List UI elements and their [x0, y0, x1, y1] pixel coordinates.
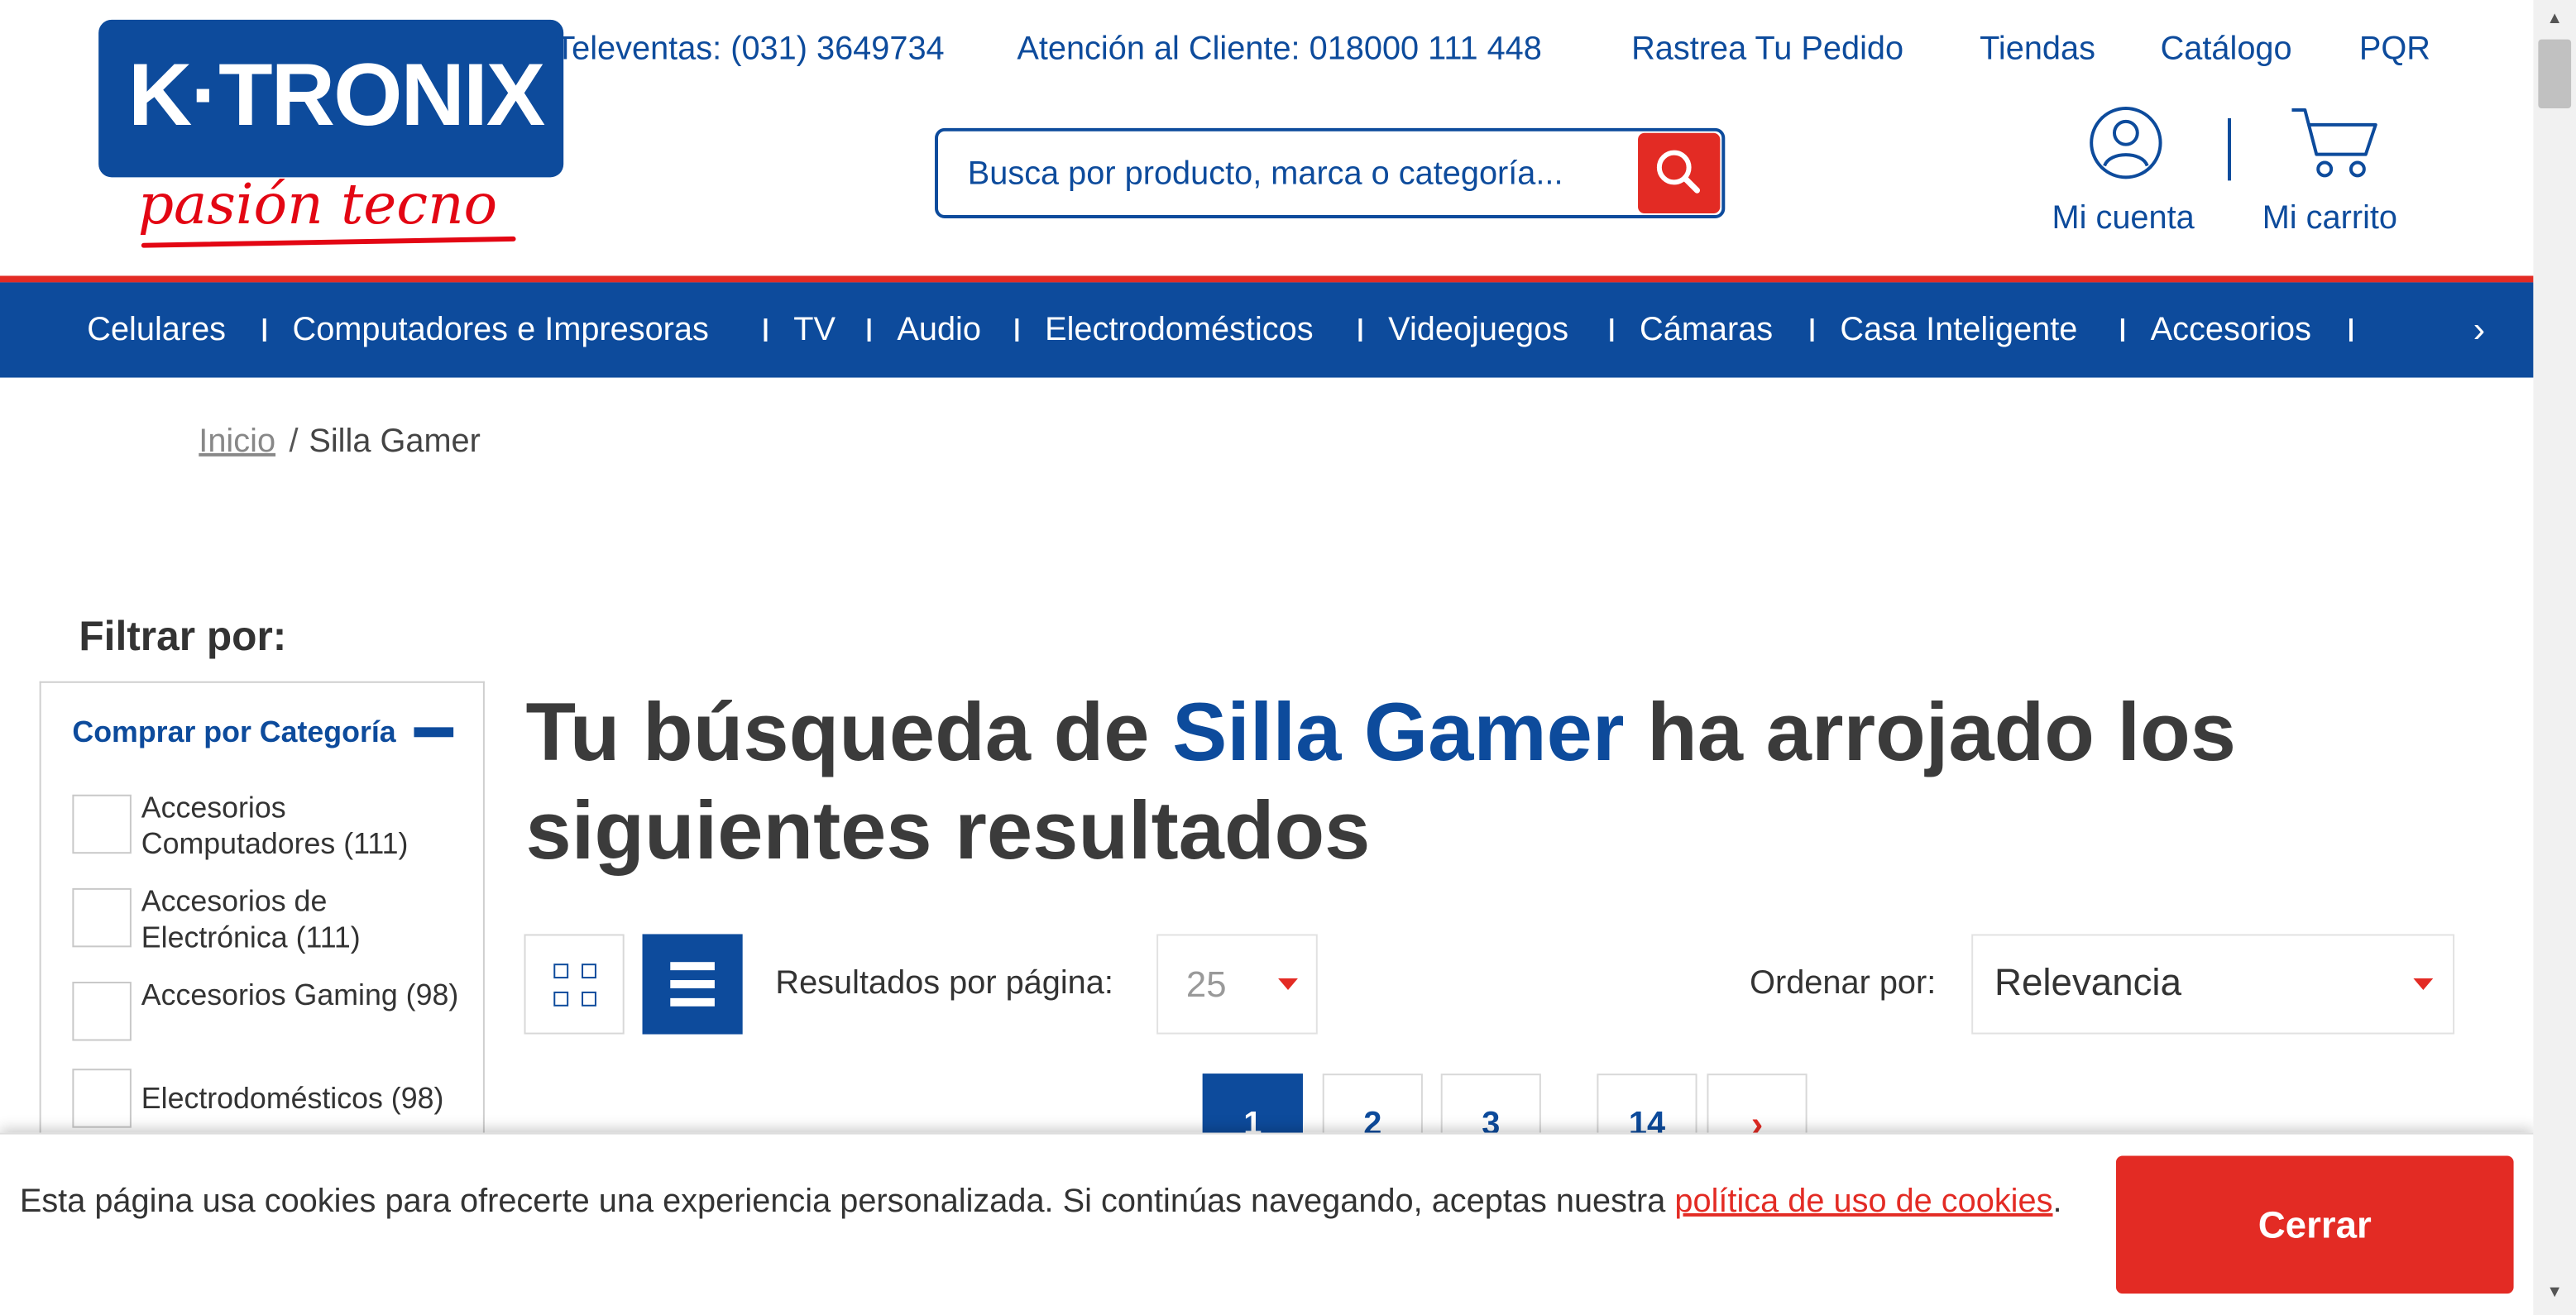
pqr-link[interactable]: PQR	[2359, 30, 2430, 69]
caret-down-icon[interactable]	[2413, 978, 2434, 990]
stores-link[interactable]: Tiendas	[1980, 30, 2095, 69]
cart-label[interactable]: Mi carrito	[2262, 198, 2397, 238]
page: K·TRONIX pasión tecno Televentas: (031) …	[0, 0, 2576, 1315]
filter-checkbox[interactable]	[72, 1069, 132, 1128]
track-order-link[interactable]: Rastrea Tu Pedido	[1631, 30, 1903, 69]
breadcrumb-current: Silla Gamer	[309, 423, 481, 460]
nav-separator	[1610, 318, 1614, 342]
scroll-down-arrow-icon[interactable]: ▼	[2533, 1277, 2576, 1310]
customer-service-link[interactable]: Atención al Cliente: 018000 111 448	[1017, 30, 1542, 69]
user-icon	[2090, 107, 2162, 179]
televentas-link[interactable]: Televentas: (031) 3649734	[555, 30, 944, 69]
nav-item-tv[interactable]: TV	[793, 308, 836, 351]
nav-item-casa-inteligente[interactable]: Casa Inteligente	[1840, 308, 2077, 351]
nav-separator	[1810, 318, 1814, 342]
scrollbar-thumb[interactable]	[2538, 39, 2572, 109]
cookie-message: Esta página usa cookies para ofrecerte u…	[20, 1177, 2074, 1227]
nav-separator	[764, 318, 768, 342]
search-icon	[1656, 150, 1701, 194]
scroll-up-arrow-icon[interactable]: ▲	[2533, 3, 2576, 36]
search-input[interactable]	[967, 151, 1626, 198]
filter-option-label[interactable]: Accesorios Computadores (111)	[141, 790, 470, 862]
filter-option-label[interactable]: Electrodomésticos (98)	[141, 1080, 470, 1117]
caret-down-icon[interactable]	[1278, 978, 1298, 990]
brand-slogan: pasión tecno	[137, 172, 498, 238]
filter-checkbox[interactable]	[72, 982, 132, 1041]
account-label[interactable]: Mi cuenta	[2052, 198, 2195, 238]
grid-view-button[interactable]	[524, 934, 625, 1035]
header-divider	[2228, 117, 2231, 181]
sort-label: Ordenar por:	[1750, 965, 1937, 1002]
cookie-text: Esta página usa cookies para ofrecerte u…	[19, 1184, 1675, 1220]
search-button[interactable]	[1638, 132, 1721, 214]
nav-item-camaras[interactable]: Cámaras	[1640, 308, 1773, 351]
nav-item-celulares[interactable]: Celulares	[87, 308, 226, 351]
nav-separator	[1015, 318, 1019, 342]
per-page-value[interactable]: 25	[1186, 964, 1227, 1007]
nav-separator	[2349, 318, 2353, 342]
search-term: Silla Gamer	[1172, 686, 1625, 778]
filter-category-title[interactable]: Comprar por Categoría	[72, 712, 395, 752]
nav-item-computadores[interactable]: Computadores e Impresoras	[293, 308, 709, 351]
nav-item-electrodomesticos[interactable]: Electrodomésticos	[1045, 308, 1314, 351]
nav-separator	[2120, 318, 2124, 342]
nav-separator	[867, 318, 871, 342]
filter-option-label[interactable]: Accesorios Gaming (98)	[141, 977, 470, 1013]
nav-item-audio[interactable]: Audio	[897, 308, 981, 351]
nav-accent-line	[0, 275, 2534, 283]
results-heading: Tu búsqueda de Silla Gamer ha arrojado l…	[526, 683, 2334, 880]
cookie-close-button[interactable]: Cerrar	[2115, 1155, 2514, 1294]
per-page-label: Resultados por página:	[775, 965, 1113, 1002]
breadcrumb-home[interactable]: Inicio	[199, 422, 275, 461]
nav-item-videojuegos[interactable]: Videojuegos	[1388, 308, 1568, 351]
filter-checkbox[interactable]	[72, 887, 132, 948]
nav-item-accesorios[interactable]: Accesorios	[2151, 308, 2311, 351]
heading-prefix: Tu búsqueda de	[525, 686, 1173, 778]
breadcrumb-separator: /	[289, 423, 299, 460]
cookie-suffix: .	[2052, 1184, 2062, 1220]
collapse-minus-icon[interactable]	[414, 727, 454, 738]
cart-icon	[2291, 108, 2377, 178]
sort-value[interactable]: Relevancia	[1994, 959, 2181, 1005]
nav-separator	[1358, 318, 1362, 342]
chevron-right-icon[interactable]: ›	[2461, 308, 2497, 351]
list-view-button[interactable]	[642, 934, 743, 1035]
account-button[interactable]	[2088, 105, 2163, 180]
cart-button[interactable]	[2288, 105, 2380, 180]
filter-title: Filtrar por:	[79, 614, 287, 660]
filter-option-label[interactable]: Accesorios de Electrónica (111)	[141, 883, 470, 955]
brand-logo-text: K·TRONIX	[127, 45, 545, 145]
filter-checkbox[interactable]	[72, 794, 132, 854]
catalog-link[interactable]: Catálogo	[2161, 30, 2292, 69]
nav-separator	[262, 318, 266, 342]
cookie-policy-link[interactable]: política de uso de cookies	[1674, 1184, 2052, 1220]
scrollbar[interactable]	[2533, 0, 2576, 1315]
